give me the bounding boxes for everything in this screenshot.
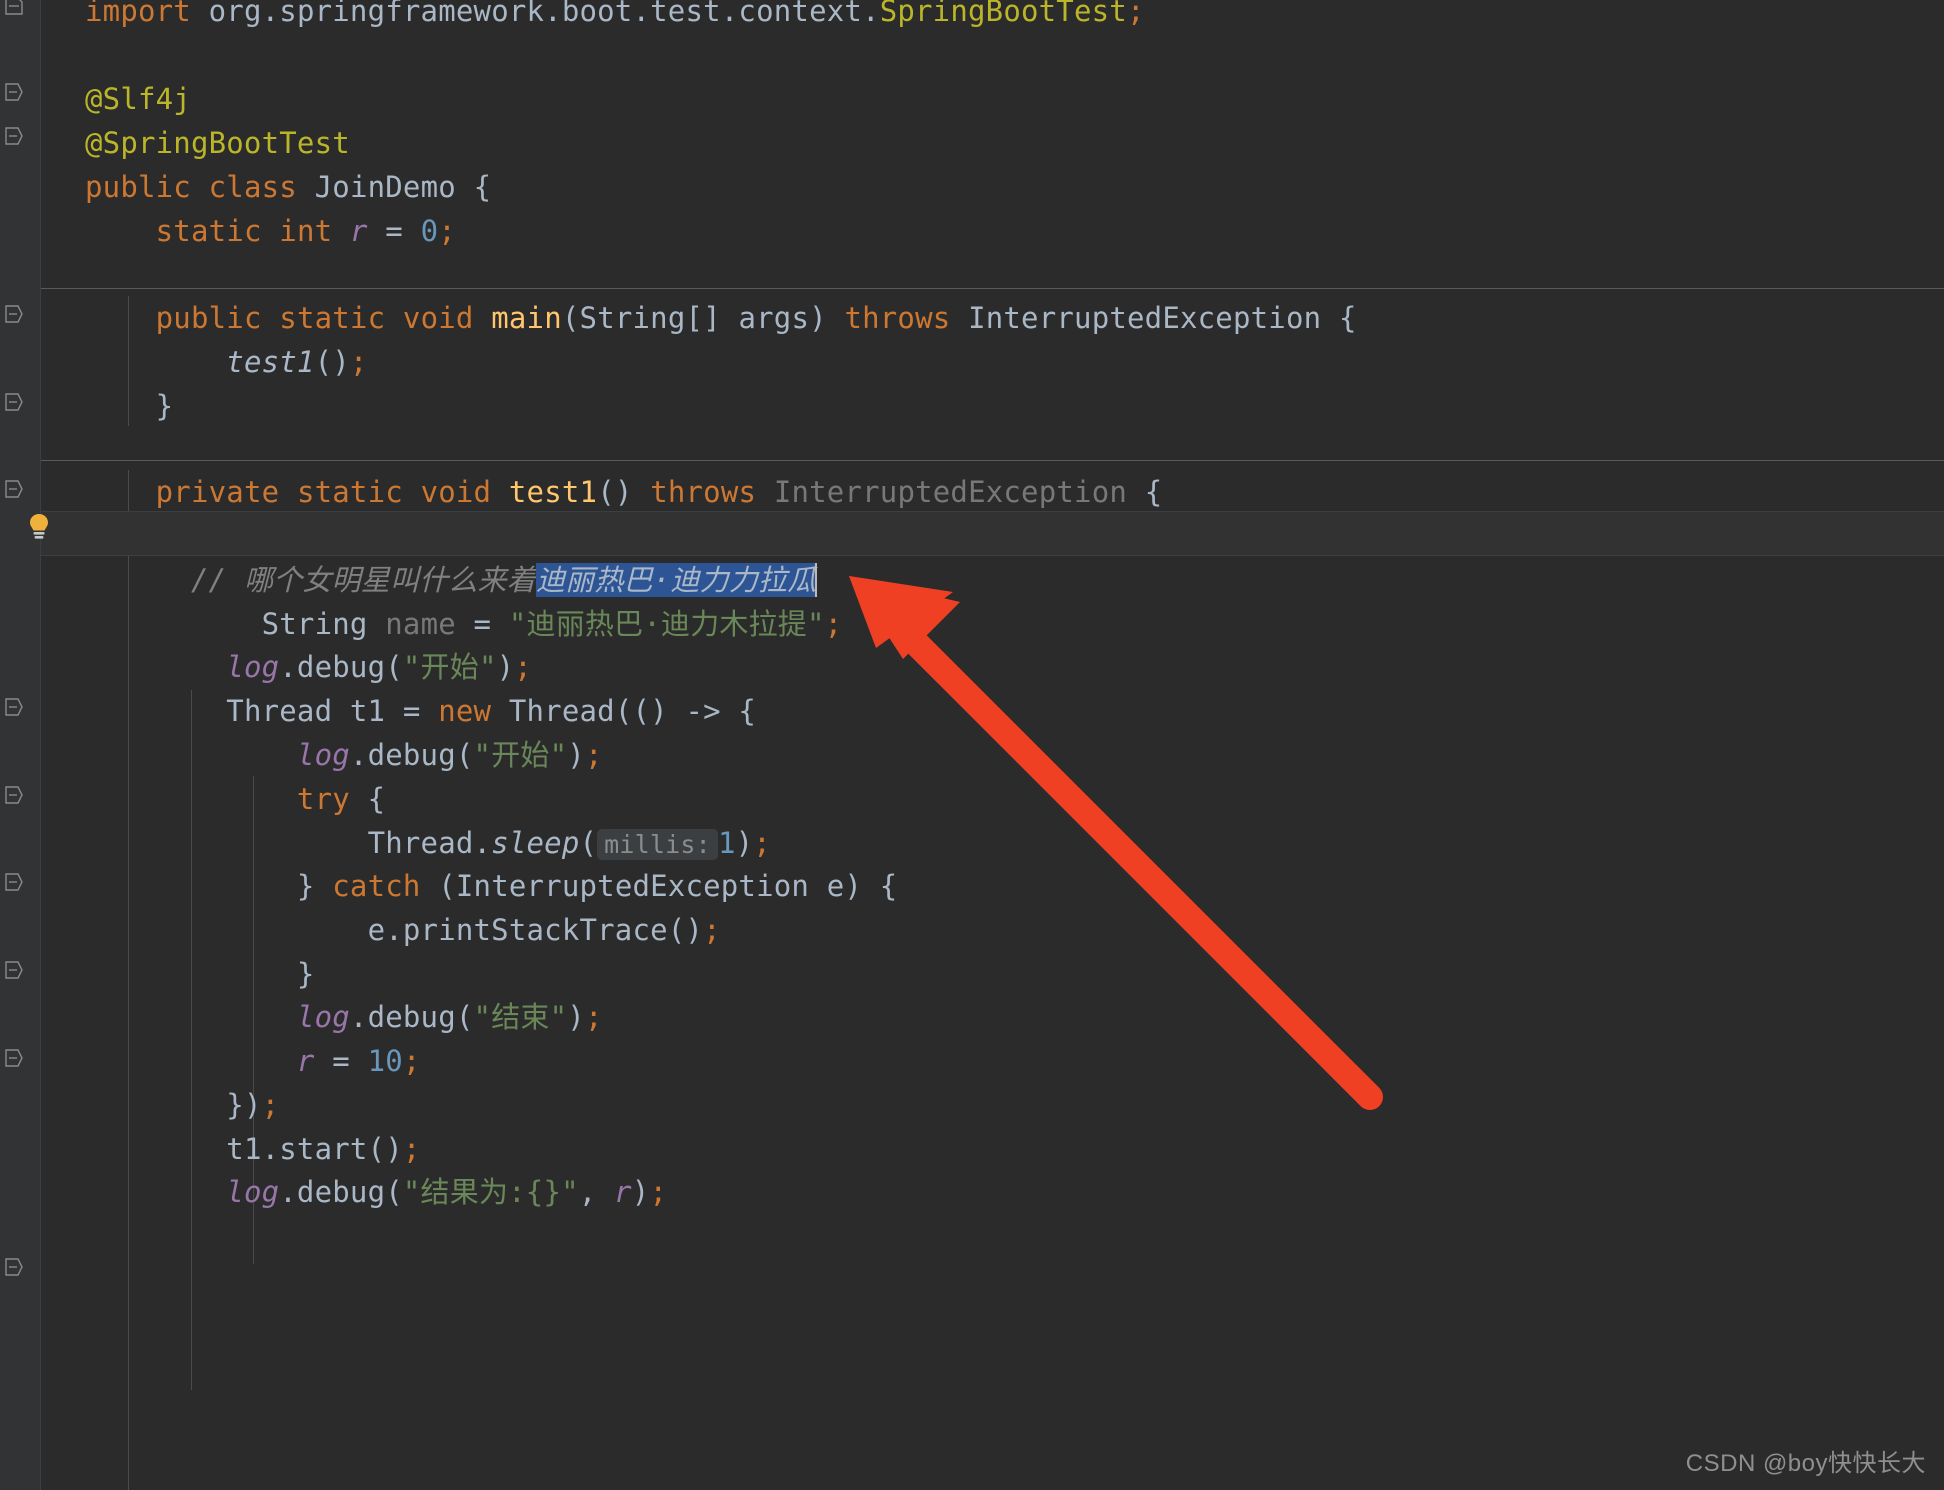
lightbulb-icon[interactable] [26, 512, 52, 542]
code-line[interactable]: @SpringBootTest [85, 121, 350, 165]
code-line[interactable]: static int r = 0; [85, 209, 456, 253]
fold-marker-icon[interactable] [2, 1255, 26, 1279]
string-decl-assign: = [455, 607, 509, 641]
code-line[interactable]: Thread.sleep(millis: 1); [85, 821, 771, 865]
fold-marker-icon[interactable] [2, 783, 26, 807]
code-line[interactable]: r = 10; [85, 1039, 421, 1083]
code-line[interactable]: } [85, 952, 315, 996]
fold-marker-icon[interactable] [2, 958, 26, 982]
fold-marker-icon[interactable] [2, 390, 26, 414]
code-line[interactable]: try { [85, 777, 385, 821]
code-line-string-decl[interactable]: String name = "迪丽热巴·迪力木拉提"; [85, 558, 843, 641]
code-line[interactable]: e.printStackTrace(); [85, 908, 721, 952]
code-line[interactable]: } [85, 384, 173, 428]
code-line-comment-selected[interactable]: // 哪个女明星叫什么来着迪丽热巴·迪力力拉瓜 [85, 514, 818, 597]
fold-marker-icon[interactable] [2, 477, 26, 501]
fold-marker-icon[interactable] [2, 124, 26, 148]
code-line[interactable]: test1(); [85, 340, 368, 384]
code-line[interactable]: }); [85, 1083, 279, 1127]
fold-marker-icon[interactable] [2, 695, 26, 719]
string-decl-terminator: ; [824, 607, 843, 641]
editor-gutter-fold-column[interactable] [41, 0, 85, 1490]
string-decl-var: name [385, 607, 456, 641]
code-line[interactable]: } catch (InterruptedException e) { [85, 864, 897, 908]
code-line[interactable]: public class JoinDemo { [85, 165, 491, 209]
code-content[interactable]: import org.springframework.boot.test.con… [85, 0, 1944, 1490]
code-line[interactable]: t1.start(); [85, 1127, 421, 1171]
string-decl-value: "迪丽热巴·迪力木拉提" [508, 607, 825, 641]
code-line[interactable]: log.debug("结束"); [85, 995, 603, 1039]
string-decl-type: String [261, 607, 368, 641]
code-line[interactable]: Thread t1 = new Thread(() -> { [85, 689, 756, 733]
code-editor-screenshot: import org.springframework.boot.test.con… [0, 0, 1944, 1490]
fold-marker-icon[interactable] [2, 1046, 26, 1070]
code-line[interactable]: log.debug("开始"); [85, 645, 532, 689]
code-line[interactable]: log.debug("结果为:{}", r); [85, 1170, 667, 1214]
code-line[interactable]: import org.springframework.boot.test.con… [85, 0, 1145, 33]
csdn-watermark: CSDN @boy快快长大 [1685, 1450, 1926, 1477]
code-line[interactable]: @Slf4j [85, 77, 191, 121]
fold-marker-icon[interactable] [2, 302, 26, 326]
fold-marker-icon[interactable] [2, 80, 26, 104]
code-line[interactable]: public static void main(String[] args) t… [85, 296, 1357, 340]
string-decl-indent [191, 607, 262, 641]
fold-marker-icon[interactable] [2, 870, 26, 894]
fold-marker-icon[interactable] [2, 0, 26, 18]
code-line[interactable]: private static void test1() throws Inter… [85, 470, 1163, 514]
code-line[interactable]: log.debug("开始"); [85, 733, 603, 777]
